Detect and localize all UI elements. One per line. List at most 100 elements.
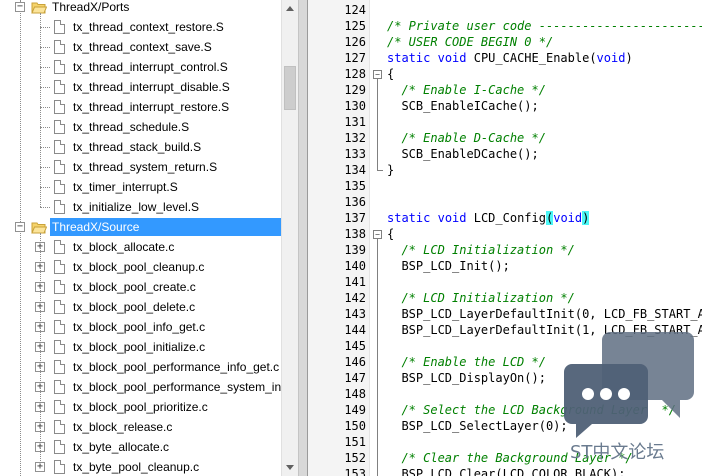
tree-file-label: tx_thread_system_return.S (73, 160, 218, 174)
line-number: 125 (344, 19, 366, 33)
tree-file-item[interactable]: + tx_block_pool_prioritize.c (0, 397, 281, 417)
file-icon (54, 240, 65, 254)
line-number: 133 (344, 147, 366, 161)
line-number: 132 (344, 131, 366, 145)
tree-folder[interactable]: − ThreadX/Source (0, 217, 281, 237)
code-keyword: void (596, 51, 626, 65)
code-line[interactable]: /* LCD Initialization */ (387, 242, 574, 258)
panel-splitter[interactable] (298, 0, 308, 476)
tree-file-item[interactable]: tx_thread_interrupt_restore.S (0, 97, 281, 117)
file-icon (54, 100, 65, 114)
line-number: 129 (344, 83, 366, 97)
fold-collapse-icon[interactable]: − (373, 230, 382, 239)
tree-file-item[interactable]: + tx_block_release.c (0, 417, 281, 437)
code-line[interactable]: /* USER CODE BEGIN 0 */ (387, 34, 553, 50)
code-line[interactable]: /* Enable I-Cache */ (387, 82, 546, 98)
forum-watermark: ST中文论坛 (558, 328, 698, 468)
code-text: BSP_LCD_SelectLayer(0); (387, 419, 568, 433)
tree-file-item[interactable]: tx_thread_interrupt_disable.S (0, 77, 281, 97)
tree-file-label: tx_block_pool_prioritize.c (73, 400, 208, 414)
tree-file-item[interactable]: + tx_block_pool_performance_info_get.c (0, 357, 281, 377)
file-icon (54, 400, 65, 414)
code-text: { (387, 67, 395, 81)
code-line[interactable]: /* Enable the LCD */ (387, 354, 546, 370)
tree-file-item[interactable]: tx_thread_system_return.S (0, 157, 281, 177)
tree-folder-label: ThreadX/Source (50, 218, 281, 236)
tree-file-item[interactable]: tx_timer_interrupt.S (0, 177, 281, 197)
fold-guide (377, 239, 378, 476)
file-icon (54, 420, 65, 434)
code-line[interactable]: SCB_EnableDCache(); (387, 146, 538, 162)
code-line[interactable]: BSP_LCD_Init(); (387, 258, 509, 274)
collapse-icon[interactable]: − (15, 222, 25, 232)
tree-connector (40, 67, 50, 68)
code-line[interactable]: /* LCD Initialization */ (387, 290, 575, 306)
tree-file-item[interactable]: tx_thread_context_restore.S (0, 17, 281, 37)
tree-file-item[interactable]: tx_thread_stack_build.S (0, 137, 281, 157)
scroll-up-button[interactable] (282, 0, 298, 17)
code-line[interactable]: BSP_LCD_LayerDefaultInit(0, LCD_FB_START… (387, 306, 702, 322)
scroll-thumb[interactable] (284, 66, 296, 110)
code-text: ) (625, 51, 633, 65)
file-icon (54, 160, 65, 174)
tree-file-item[interactable]: tx_thread_schedule.S (0, 117, 281, 137)
fold-end-marker (377, 170, 383, 171)
line-number: 134 (344, 163, 366, 177)
tree-file-item[interactable]: + tx_block_pool_info_get.c (0, 317, 281, 337)
tree-connector (40, 87, 50, 88)
code-text: LCD_Config (466, 211, 546, 225)
tree-scrollbar[interactable] (281, 0, 298, 476)
code-line[interactable]: SCB_EnableICache(); (387, 98, 538, 114)
tree-file-label: tx_thread_interrupt_control.S (73, 60, 228, 74)
code-line[interactable]: BSP_LCD_SelectLayer(0); (387, 418, 568, 434)
code-line[interactable]: static void CPU_CACHE_Enable(void) (387, 50, 633, 66)
watermark-text: ST中文论坛 (570, 442, 665, 463)
line-number: 124 (344, 3, 366, 17)
tree-file-label: tx_thread_interrupt_restore.S (73, 100, 230, 114)
tree-folder[interactable]: − ThreadX/Ports (0, 0, 281, 17)
arrow-down-icon (286, 465, 294, 470)
line-number: 137 (344, 211, 366, 225)
tree-file-label: tx_block_pool_delete.c (73, 300, 196, 314)
scroll-down-button[interactable] (282, 459, 298, 476)
tree-connector (40, 167, 50, 168)
code-line[interactable]: { (387, 66, 394, 82)
tree-file-item[interactable]: tx_initialize_low_level.S (0, 197, 281, 217)
tree-connector (40, 13, 41, 207)
tree-file-label: tx_block_allocate.c (73, 240, 175, 254)
code-line[interactable]: static void LCD_Config(void) (387, 210, 590, 226)
tree-file-item[interactable]: + tx_byte_pool_cleanup.c (0, 457, 281, 476)
collapse-icon[interactable]: − (15, 2, 25, 12)
code-line[interactable]: } (387, 162, 394, 178)
code-keyword: static (387, 211, 431, 225)
code-comment: /* LCD Initialization */ (387, 291, 575, 305)
code-line[interactable]: { (387, 226, 394, 242)
tree-file-item[interactable]: + tx_block_allocate.c (0, 237, 281, 257)
fold-guide (377, 79, 378, 170)
tree-file-item[interactable]: + tx_block_pool_cleanup.c (0, 257, 281, 277)
tree-file-label: tx_byte_pool_cleanup.c (73, 460, 200, 474)
file-icon (54, 180, 65, 194)
line-number: 130 (344, 99, 366, 113)
code-line[interactable]: /* Enable D-Cache */ (387, 130, 546, 146)
code-line[interactable]: BSP_LCD_DisplayOn(); (387, 370, 546, 386)
line-number: 149 (344, 403, 366, 417)
tree-file-label: tx_thread_context_save.S (73, 40, 212, 54)
tree-file-item[interactable]: tx_thread_context_save.S (0, 37, 281, 57)
project-tree[interactable]: − ThreadX/Ports tx_thread_context_restore.… (0, 0, 281, 476)
tree-file-label: tx_block_pool_performance_system_inf (73, 380, 281, 394)
line-number: 142 (344, 291, 366, 305)
tree-file-label: tx_block_pool_info_get.c (73, 320, 206, 334)
tree-file-item[interactable]: + tx_byte_allocate.c (0, 437, 281, 457)
folder-open-icon (31, 0, 48, 14)
fold-collapse-icon[interactable]: − (373, 70, 382, 79)
tree-file-item[interactable]: tx_thread_interrupt_control.S (0, 57, 281, 77)
tree-file-item[interactable]: + tx_block_pool_initialize.c (0, 337, 281, 357)
code-comment: /* Enable the LCD */ (387, 355, 546, 369)
tree-file-item[interactable]: + tx_block_pool_create.c (0, 277, 281, 297)
file-icon (54, 80, 65, 94)
tree-file-item[interactable]: + tx_block_pool_performance_system_inf (0, 377, 281, 397)
tree-file-item[interactable]: + tx_block_pool_delete.c (0, 297, 281, 317)
tree-file-label: tx_thread_context_restore.S (73, 20, 224, 34)
code-line[interactable]: /* Private user code -------------------… (387, 18, 702, 34)
